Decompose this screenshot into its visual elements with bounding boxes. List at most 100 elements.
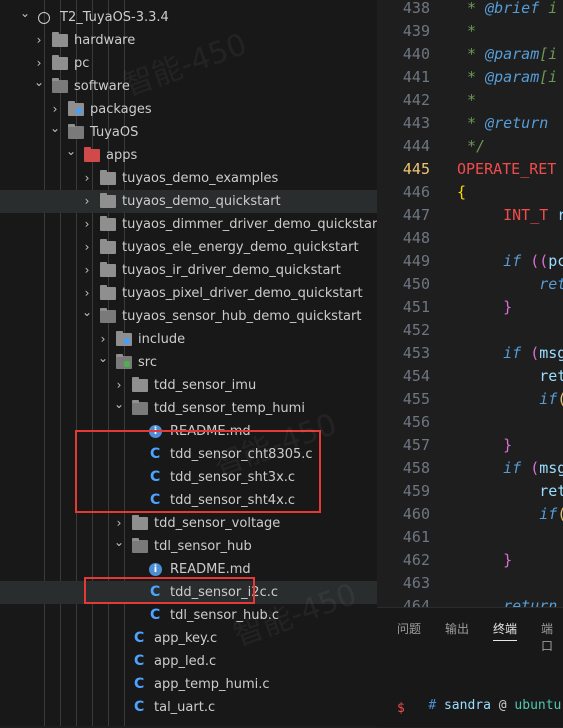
tab-terminal[interactable]: 终端: [493, 620, 518, 641]
explorer-row[interactable]: › tuyaos_ir_driver_demo_quickstart: [0, 259, 377, 282]
line-number: 445: [402, 160, 430, 178]
explorer-item-label: TuyaOS: [90, 125, 139, 140]
explorer-row[interactable]: ⌄ tuyaos_sensor_hub_demo_quickstart: [0, 305, 377, 328]
chevron-right-icon[interactable]: ›: [82, 236, 92, 259]
tab-ports[interactable]: 端口: [541, 620, 563, 654]
line-number: 462: [402, 551, 430, 569]
code-token: (: [530, 459, 540, 477]
code-text: if (msg: [467, 457, 563, 480]
info-icon: i: [149, 563, 162, 576]
explorer-row[interactable]: › tuyaos_dimmer_driver_demo_quickstart: [0, 213, 377, 236]
folder-icon: [132, 515, 148, 530]
code-token: {: [457, 183, 467, 201]
code-token: r: [557, 206, 563, 224]
code-line: 443 * @return: [377, 112, 563, 135]
code-token: (: [557, 390, 563, 408]
code-text: ret: [467, 365, 563, 388]
folder-icon: [132, 538, 148, 553]
explorer-row[interactable]: ⌄ src: [0, 351, 377, 374]
code-text: *: [467, 89, 476, 112]
chevron-right-icon[interactable]: ›: [82, 190, 92, 213]
explorer-item-label: app_led.c: [154, 654, 217, 669]
folder-icon: [100, 285, 116, 300]
chevron-right-icon[interactable]: ›: [82, 259, 92, 282]
code-token: *: [467, 91, 477, 109]
explorer-row[interactable]: Ctal_uart.c: [0, 696, 377, 719]
line-number: 461: [402, 528, 430, 546]
code-line: 453 if (msg: [377, 342, 563, 365]
line-number: 450: [402, 275, 430, 293]
chevron-down-icon[interactable]: ⌄: [82, 301, 92, 324]
chevron-down-icon[interactable]: ⌄: [20, 2, 30, 25]
code-line: 457 }: [377, 434, 563, 457]
terminal-prompt-line[interactable]: # sandra @ ubuntu in: [397, 683, 563, 728]
folder-icon: [100, 262, 116, 277]
explorer-row[interactable]: › include: [0, 328, 377, 351]
code-text: * @brief i: [467, 0, 557, 20]
explorer-row[interactable]: › tuyaos_demo_quickstart: [0, 190, 377, 213]
explorer-row[interactable]: › tuyaos_pixel_driver_demo_quickstart: [0, 282, 377, 305]
explorer-item-label: tuyaos_ir_driver_demo_quickstart: [122, 263, 341, 278]
line-number: 451: [402, 298, 430, 316]
chevron-down-icon[interactable]: ⌄: [34, 71, 44, 94]
c-file-icon: C: [150, 607, 161, 623]
chevron-right-icon[interactable]: ›: [34, 29, 44, 52]
code-line: 462 }: [377, 549, 563, 572]
explorer-item-label: tal_uart.c: [154, 700, 216, 715]
chevron-down-icon[interactable]: ⌄: [66, 140, 76, 163]
code-text: if(: [467, 503, 563, 526]
explorer-row[interactable]: › tuyaos_ele_energy_demo_quickstart: [0, 236, 377, 259]
code-line: 456: [377, 411, 563, 434]
line-number: 441: [402, 68, 430, 86]
code-line: 448: [377, 227, 563, 250]
code-text: OPERATE_RET: [457, 158, 556, 181]
code-line: 445 OPERATE_RET: [377, 158, 563, 181]
explorer-row[interactable]: Capp_key.c: [0, 627, 377, 650]
code-line: 464 return: [377, 595, 563, 607]
code-line: 459 ret: [377, 480, 563, 503]
chevron-down-icon[interactable]: ⌄: [114, 531, 124, 554]
line-number: 456: [402, 413, 430, 431]
code-text: */: [467, 135, 485, 158]
code-text: {: [457, 181, 466, 204]
chevron-right-icon[interactable]: ›: [82, 167, 92, 190]
code-token: if: [467, 459, 522, 477]
chevron-right-icon[interactable]: ›: [82, 213, 92, 236]
chevron-down-icon[interactable]: ⌄: [50, 117, 60, 140]
explorer-row[interactable]: › tuyaos_demo_examples: [0, 167, 377, 190]
folder-icon: [52, 55, 68, 70]
code-token: ret: [467, 482, 563, 500]
explorer-item-label: tuyaos_demo_examples: [122, 171, 279, 186]
tab-problems[interactable]: 问题: [397, 620, 421, 637]
code-line: 441 * @param[i: [377, 66, 563, 89]
code-line: 439 *: [377, 20, 563, 43]
code-token: @return: [485, 114, 549, 132]
tab-output[interactable]: 输出: [445, 620, 469, 637]
code-token: msg: [539, 459, 563, 477]
explorer-item-label: app_key.c: [154, 631, 218, 646]
explorer-row[interactable]: Capp_temp_humi.c: [0, 673, 377, 696]
explorer-row[interactable]: Capp_led.c: [0, 650, 377, 673]
code-editor[interactable]: 438 * @brief i 439 * 440 * @param[i 441 * @para…: [377, 0, 563, 607]
explorer-row[interactable]: ⌄ T2_TuyaOS-3.3.4: [0, 6, 377, 29]
chevron-down-icon[interactable]: ⌄: [98, 347, 108, 370]
explorer-row[interactable]: › tdd_sensor_imu: [0, 374, 377, 397]
code-line: 451 }: [377, 296, 563, 319]
line-number: 439: [402, 22, 430, 40]
explorer-row[interactable]: ⌄ apps: [0, 144, 377, 167]
code-line: 461: [377, 526, 563, 549]
chevron-down-icon[interactable]: ⌄: [114, 393, 124, 416]
folder-icon: [132, 400, 148, 415]
explorer-row[interactable]: › tdd_sensor_voltage: [0, 512, 377, 535]
code-text: * @param[i: [467, 66, 557, 89]
explorer-row[interactable]: ⌄ tdl_sensor_hub: [0, 535, 377, 558]
code-token: *: [467, 45, 486, 63]
code-token: if: [467, 505, 558, 523]
explorer-item-label: src: [138, 355, 157, 370]
code-token: [i: [539, 68, 558, 86]
workspace-circle-icon: [38, 12, 50, 24]
explorer-item-label: tdl_sensor_hub: [154, 539, 252, 554]
explorer-row[interactable]: ⌄ TuyaOS: [0, 121, 377, 144]
code-text: * @return: [467, 112, 548, 135]
